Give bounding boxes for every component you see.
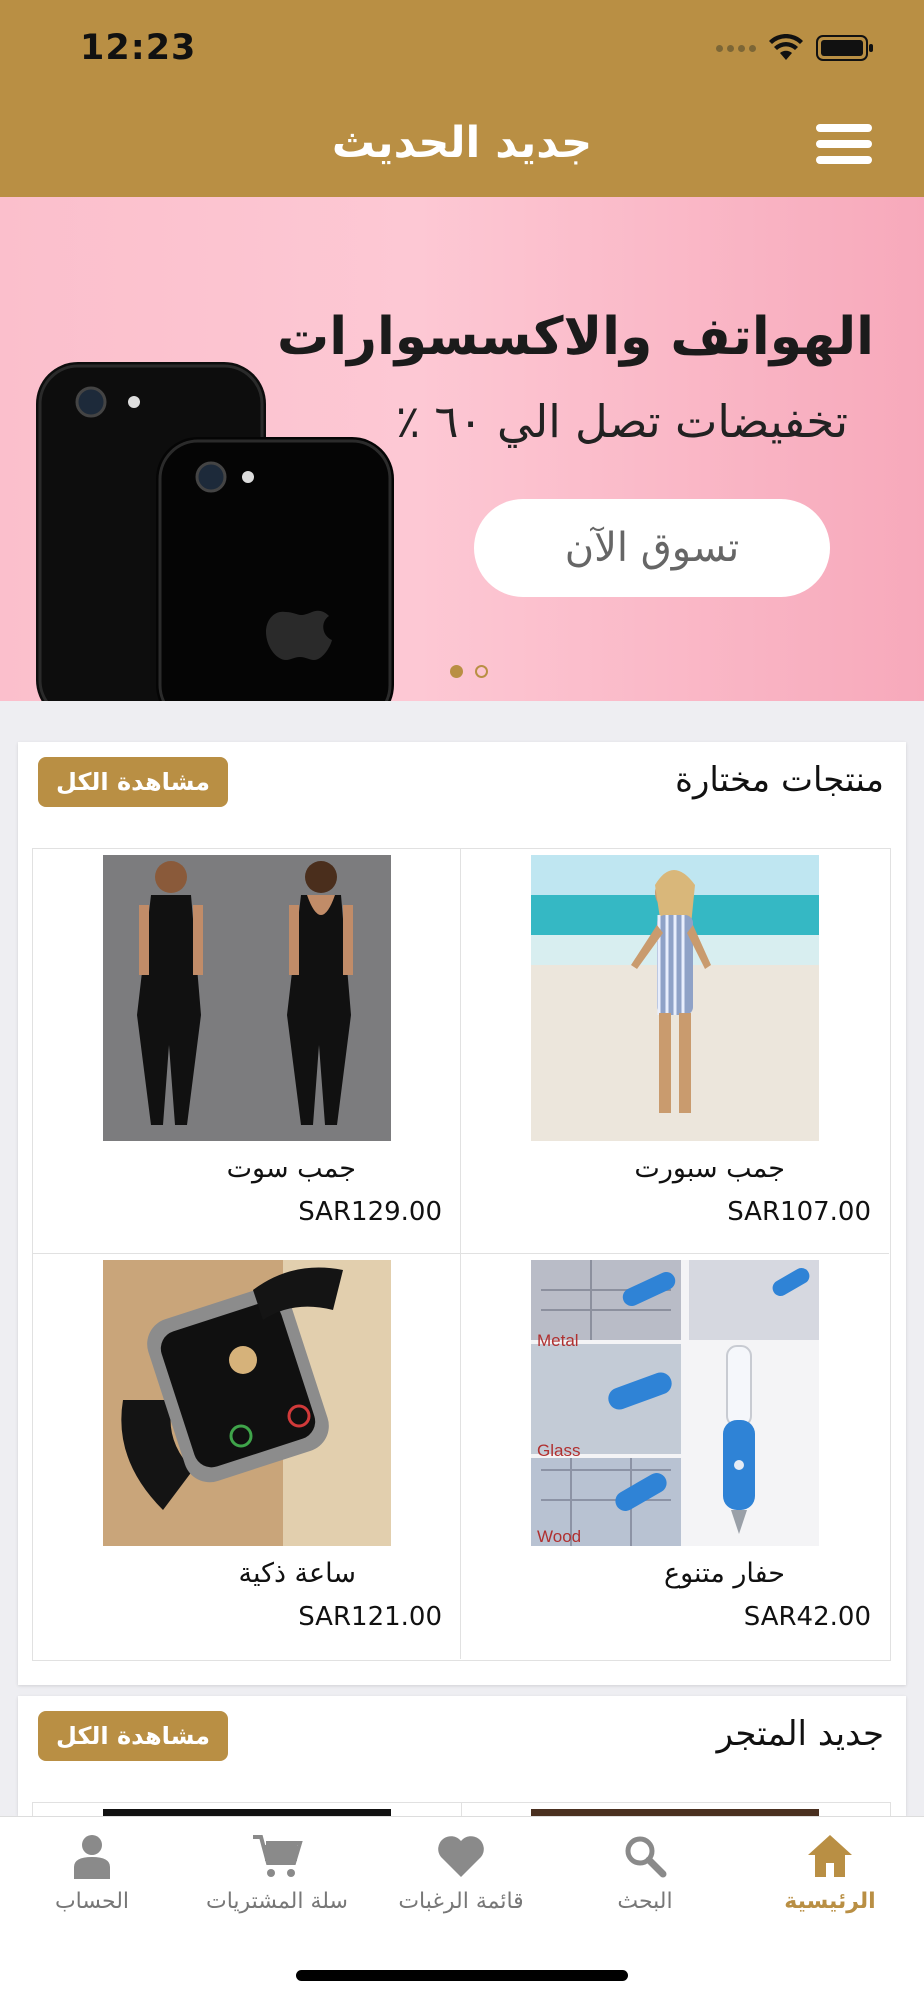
product-card[interactable]: Metal Glass Wood حفار متنوع SAR42.00	[461, 1254, 889, 1659]
tab-label: قائمة الرغبات	[398, 1889, 524, 1914]
wifi-icon	[769, 34, 803, 60]
tab-label: سلة المشتريات	[206, 1889, 348, 1914]
battery-icon	[816, 35, 873, 61]
section-title: جديد المتجر	[716, 1714, 884, 1754]
banner-title: الهواتف والاكسسوارات	[276, 307, 874, 367]
product-price: SAR129.00	[298, 1197, 442, 1227]
heart-icon	[438, 1836, 484, 1877]
see-all-button[interactable]: مشاهدة الكل	[38, 1711, 228, 1761]
section-header: منتجات مختارة مشاهدة الكل	[18, 742, 906, 828]
menu-icon[interactable]	[816, 124, 872, 168]
new-in-store-section: جديد المتجر مشاهدة الكل	[18, 1696, 906, 1823]
banner-pager[interactable]	[450, 665, 488, 678]
section-title: منتجات مختارة	[675, 760, 884, 800]
user-icon	[74, 1835, 110, 1879]
phones-image	[36, 362, 394, 701]
product-name: ساعة ذكية	[238, 1558, 356, 1589]
product-card[interactable]: جمب سوت SAR129.00	[33, 849, 461, 1254]
top-bar: 12:23 جديد الحديث	[0, 0, 924, 197]
product-image: Metal Glass Wood	[531, 1260, 819, 1546]
tab-label: البحث	[617, 1889, 673, 1914]
product-name: جمب سوت	[226, 1153, 356, 1184]
product-card[interactable]: جمب سبورت SAR107.00	[461, 849, 889, 1254]
pager-dot-2[interactable]	[475, 665, 488, 678]
product-grid: جمب سبورت SAR107.00 جمب سوت SAR129.00 Me…	[32, 848, 891, 1661]
product-price: SAR107.00	[727, 1197, 871, 1227]
cart-icon	[253, 1835, 303, 1877]
tab-home[interactable]: الرئيسية	[738, 1833, 922, 1943]
metal-label: Metal	[537, 1331, 579, 1350]
product-name: حفار متنوع	[663, 1558, 785, 1589]
product-name: جمب سبورت	[634, 1153, 785, 1184]
tab-search[interactable]: البحث	[553, 1833, 737, 1943]
status-icons	[716, 34, 874, 62]
product-image	[103, 855, 391, 1141]
promo-banner[interactable]: الهواتف والاكسسوارات تخفيضات تصل الي ٦٠ …	[0, 197, 924, 701]
product-image	[531, 855, 819, 1141]
see-all-button[interactable]: مشاهدة الكل	[38, 757, 228, 807]
product-price: SAR121.00	[298, 1602, 442, 1632]
shop-now-button[interactable]: تسوق الآن	[474, 499, 830, 597]
featured-products-section: منتجات مختارة مشاهدة الكل جمب سبورت SAR1…	[18, 742, 906, 1685]
banner-subtitle: تخفيضات تصل الي ٦٠ ٪	[395, 395, 848, 448]
tab-account[interactable]: الحساب	[0, 1833, 184, 1943]
product-price: SAR42.00	[743, 1602, 871, 1632]
signal-icon	[716, 44, 756, 52]
pager-dot-1[interactable]	[450, 665, 463, 678]
tab-wishlist[interactable]: قائمة الرغبات	[369, 1833, 553, 1943]
home-indicator	[296, 1970, 628, 1981]
wood-label: Wood	[537, 1527, 581, 1546]
tab-label: الحساب	[54, 1889, 130, 1914]
home-icon	[808, 1835, 852, 1877]
page-title: جديد الحديث	[331, 118, 593, 168]
glass-label: Glass	[537, 1441, 580, 1460]
search-icon	[625, 1836, 667, 1878]
product-image	[103, 1260, 391, 1546]
product-card[interactable]: ساعة ذكية SAR121.00	[33, 1254, 461, 1659]
tab-label: الرئيسية	[784, 1889, 876, 1914]
status-time: 12:23	[80, 28, 197, 68]
section-header: جديد المتجر مشاهدة الكل	[18, 1696, 906, 1782]
tab-cart[interactable]: سلة المشتريات	[185, 1833, 369, 1943]
